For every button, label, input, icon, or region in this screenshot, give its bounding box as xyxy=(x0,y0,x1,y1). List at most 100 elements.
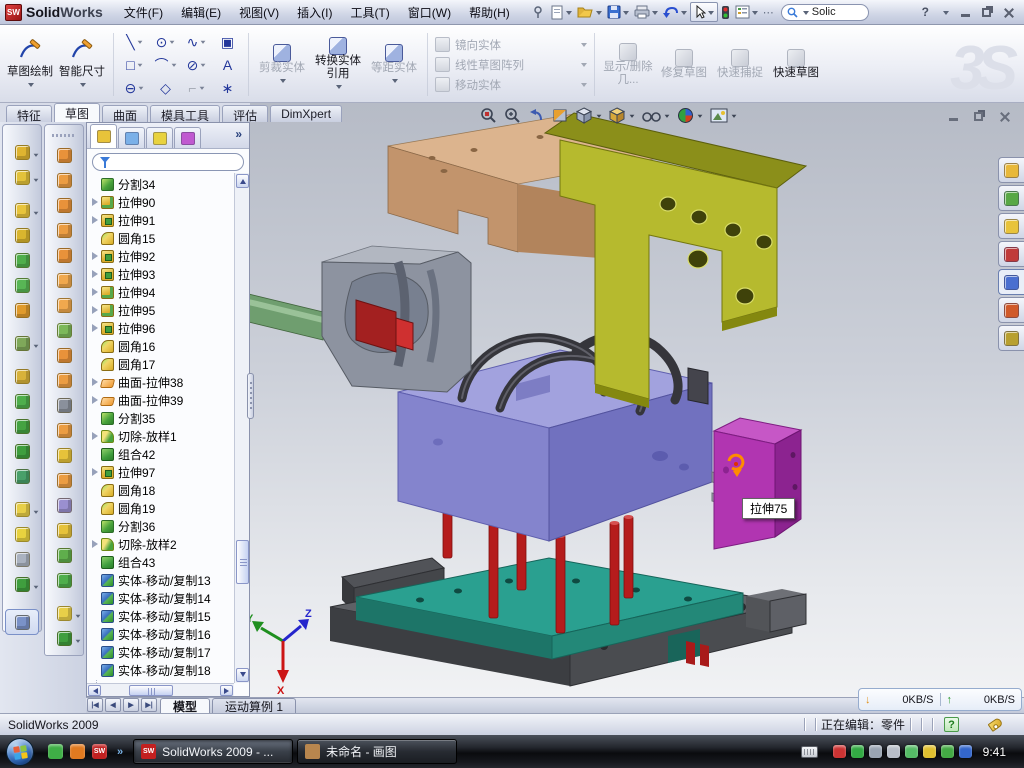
toolbar-button[interactable] xyxy=(49,297,79,313)
tab-nav-button[interactable]: ▶ xyxy=(123,698,139,712)
toolbar-button[interactable] xyxy=(49,197,79,213)
tree-item[interactable]: 实体-移动/复制13 xyxy=(87,571,234,589)
tree-item[interactable]: 圆角19 xyxy=(87,499,234,517)
start-button[interactable] xyxy=(6,738,34,766)
tree-item[interactable]: 实体-移动/复制18 xyxy=(87,661,234,679)
clamp-unit-part[interactable] xyxy=(250,246,471,392)
scroll-right-button[interactable] xyxy=(220,685,233,696)
expand-arrow-icon[interactable] xyxy=(90,539,100,549)
tree-item[interactable]: 拉伸97 xyxy=(87,463,234,481)
quick-tips-icon[interactable]: ? xyxy=(944,717,959,732)
filter-input[interactable] xyxy=(92,153,244,171)
tree-item[interactable]: 组合42 xyxy=(87,445,234,463)
apply-scene-icon[interactable] xyxy=(710,108,737,123)
task-pane-tab[interactable] xyxy=(998,157,1024,183)
tree-item[interactable]: 切除-放样1 xyxy=(87,427,234,445)
undo-icon[interactable] xyxy=(661,2,689,22)
toolbar-button[interactable] xyxy=(49,497,79,513)
panel-tab[interactable] xyxy=(90,124,117,148)
task-pane-tab[interactable] xyxy=(998,325,1024,351)
scroll-left-button[interactable] xyxy=(88,685,101,696)
security-alert-icon[interactable] xyxy=(833,745,846,758)
tree-item[interactable]: 圆角16 xyxy=(87,337,234,355)
tags-icon[interactable] xyxy=(988,717,1004,732)
tree-item[interactable]: 拉伸90 xyxy=(87,193,234,211)
task-pane-tab[interactable] xyxy=(998,213,1024,239)
toolbar-button[interactable] xyxy=(7,169,37,185)
tree-item[interactable]: 曲面-拉伸39 xyxy=(87,391,234,409)
ribbon-button[interactable]: 快速捕捉 xyxy=(712,28,768,101)
tree-item[interactable]: 曲面-拉伸38 xyxy=(87,373,234,391)
tab-nav-button[interactable]: |◀ xyxy=(87,698,103,712)
antivirus-icon[interactable] xyxy=(941,745,954,758)
command-tab[interactable]: 模具工具 xyxy=(150,105,220,122)
tree-item[interactable]: 切除-放样2 xyxy=(87,535,234,553)
zoom-fit-icon[interactable] xyxy=(480,107,497,124)
scroll-down-button[interactable] xyxy=(236,668,249,682)
menu-item[interactable]: 编辑(E) xyxy=(172,1,230,24)
scroll-thumb[interactable] xyxy=(129,685,173,696)
toolbar-button[interactable] xyxy=(7,393,37,409)
minimize-button[interactable] xyxy=(961,8,970,17)
sketch-entity-button[interactable]: ◇ xyxy=(160,81,171,95)
options-list-icon[interactable] xyxy=(733,2,760,22)
toolbar-button[interactable] xyxy=(7,202,37,218)
expand-arrow-icon[interactable] xyxy=(90,305,100,315)
open-document-icon[interactable] xyxy=(575,2,604,22)
quick-launch-chevron[interactable]: » xyxy=(117,746,123,758)
toolbar-button[interactable] xyxy=(49,222,79,238)
toolbar-button[interactable] xyxy=(7,576,37,592)
sketch-entity-button[interactable]: ⊙ xyxy=(156,35,176,49)
sketch-entity-button[interactable]: ⌒ xyxy=(155,58,177,72)
command-tab[interactable]: DimXpert xyxy=(270,105,342,122)
toolbar-button[interactable] xyxy=(7,551,37,567)
previous-view-icon[interactable] xyxy=(528,107,545,124)
toolbar-button[interactable] xyxy=(49,422,79,438)
panel-chevron[interactable]: » xyxy=(230,127,247,143)
doc-restore-button[interactable] xyxy=(974,112,983,121)
edit-appearance-icon[interactable] xyxy=(677,107,703,124)
task-pane-tab[interactable] xyxy=(998,297,1024,323)
tree-item[interactable]: 分割34 xyxy=(87,175,234,193)
toolbar-overflow[interactable]: ⋯ xyxy=(761,2,776,22)
tree-item[interactable]: 分割36 xyxy=(87,517,234,535)
toolbar-button[interactable] xyxy=(7,501,37,517)
toolbar-button[interactable] xyxy=(7,144,37,160)
toolbar-button[interactable] xyxy=(49,605,79,621)
panel-tab[interactable] xyxy=(146,127,173,148)
sketch-entity-button[interactable]: ╲ xyxy=(126,35,142,49)
task-button[interactable]: 未命名 - 画图 xyxy=(297,739,457,764)
restore-button[interactable] xyxy=(982,8,991,17)
panel-splitter-handle[interactable] xyxy=(247,373,254,419)
expand-arrow-icon[interactable] xyxy=(90,251,100,261)
ribbon-button[interactable]: 修复草图 xyxy=(656,28,712,101)
tree-item[interactable]: 实体-移动/复制14 xyxy=(87,589,234,607)
doc-close-button[interactable] xyxy=(999,111,1010,122)
tree-item[interactable]: 组合43 xyxy=(87,553,234,571)
document-tab[interactable]: 模型 xyxy=(160,698,210,713)
volume-icon[interactable] xyxy=(887,745,900,758)
toolbar-button[interactable] xyxy=(7,277,37,293)
ribbon-button[interactable]: 剪裁实体 xyxy=(254,28,310,101)
ribbon-button[interactable]: 显示/删除几... xyxy=(600,28,656,101)
tree-item[interactable]: 实体-移动/复制17 xyxy=(87,643,234,661)
tree-item[interactable]: 拉伸95 xyxy=(87,301,234,319)
save-icon[interactable] xyxy=(605,2,631,22)
tree-item[interactable]: 拉伸96 xyxy=(87,319,234,337)
model-canvas[interactable]: Y Z X xyxy=(250,103,1024,697)
help-icon[interactable]: ? xyxy=(922,5,929,19)
ribbon-large-button[interactable]: 智能尺寸 xyxy=(56,28,108,101)
solidworks-quicklaunch-icon[interactable]: SW xyxy=(92,744,107,759)
toolbar-button[interactable] xyxy=(7,227,37,243)
utility-icon[interactable] xyxy=(70,744,85,759)
ribbon-button[interactable]: 转换实体引用 xyxy=(310,28,366,101)
menu-item[interactable]: 窗口(W) xyxy=(399,1,460,24)
tree-item[interactable]: 拉伸94 xyxy=(87,283,234,301)
task-pane-tab[interactable] xyxy=(998,269,1024,295)
toolbar-button[interactable] xyxy=(49,272,79,288)
toolbar-button[interactable] xyxy=(49,322,79,338)
tree-horizontal-scrollbar[interactable] xyxy=(87,683,234,696)
toolbar-button[interactable] xyxy=(7,443,37,459)
help-dropdown-icon[interactable] xyxy=(943,11,949,18)
tree-item[interactable]: 拉伸93 xyxy=(87,265,234,283)
